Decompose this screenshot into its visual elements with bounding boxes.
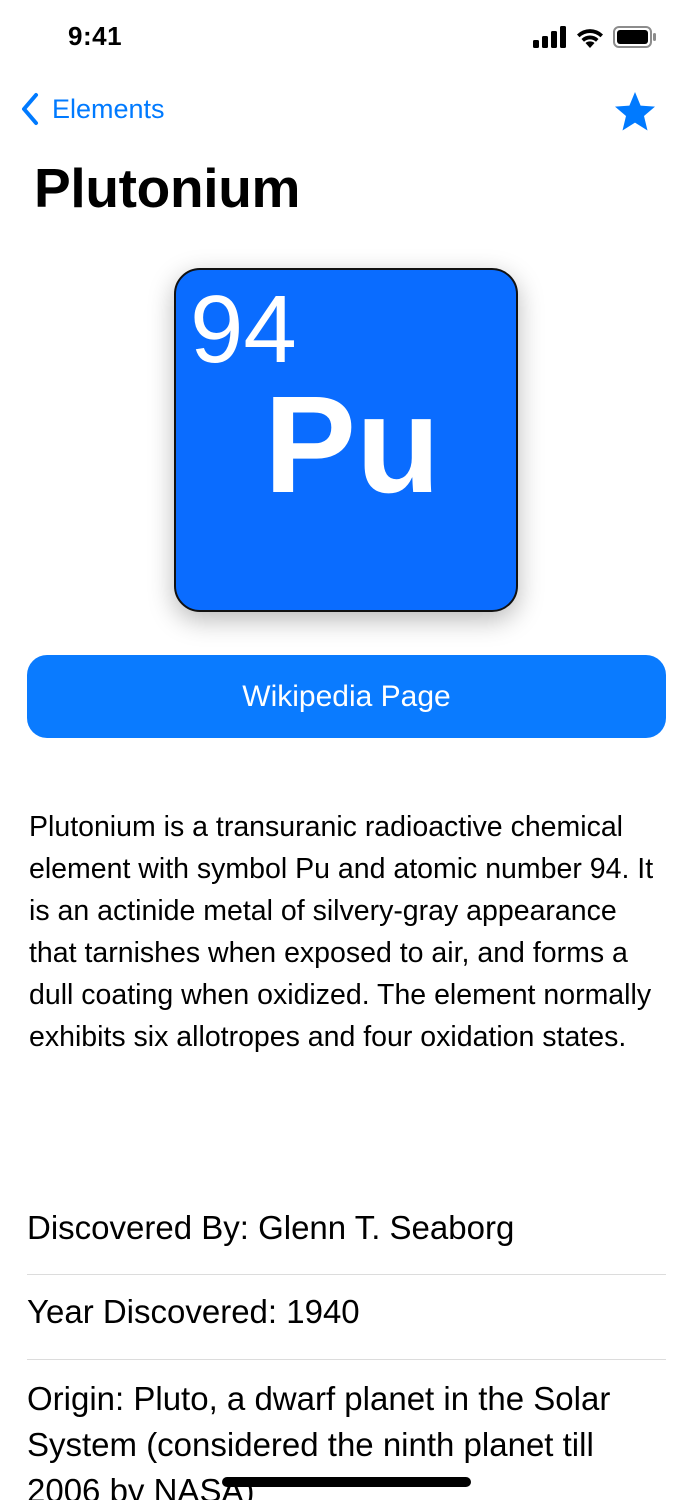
- facts-list: Discovered By: Glenn T. Seaborg Year Dis…: [27, 1190, 666, 1500]
- fact-year-discovered: Year Discovered: 1940: [27, 1275, 666, 1360]
- element-tile: 94 Pu: [174, 268, 518, 612]
- wifi-icon: [577, 29, 603, 48]
- atomic-number: 94: [190, 276, 297, 383]
- status-time: 9:41: [68, 21, 123, 51]
- status-icons: [533, 26, 657, 48]
- cellular-signal-icon: [533, 26, 566, 48]
- wikipedia-page-button[interactable]: Wikipedia Page: [27, 655, 666, 738]
- battery-icon: [613, 26, 656, 48]
- page-title: Plutonium: [34, 157, 301, 219]
- back-button-label: Elements: [52, 93, 165, 124]
- home-indicator[interactable]: [222, 1477, 471, 1487]
- fact-discovered-by: Discovered By: Glenn T. Seaborg: [27, 1190, 666, 1275]
- element-symbol: Pu: [264, 368, 441, 522]
- element-description: Plutonium is a transuranic radioactive c…: [29, 811, 654, 1053]
- navigation-bar: Elements: [0, 84, 693, 140]
- star-icon[interactable]: [613, 90, 657, 134]
- chevron-left-icon: [22, 93, 38, 125]
- status-bar: 9:41: [0, 0, 693, 76]
- back-button[interactable]: Elements: [20, 92, 165, 126]
